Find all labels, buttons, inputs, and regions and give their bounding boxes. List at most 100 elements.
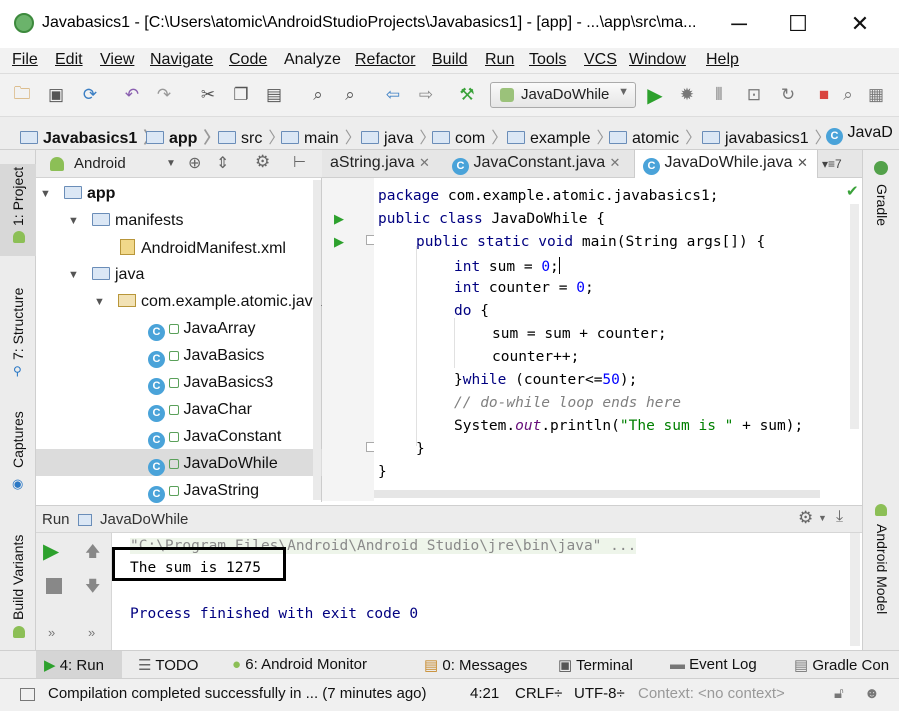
close-button[interactable]: ✕: [837, 8, 883, 40]
undo-icon[interactable]: ↶: [120, 83, 144, 107]
inspector-icon[interactable]: ☻: [864, 685, 880, 702]
breadcrumb-main[interactable]: main 〉: [281, 124, 361, 148]
scrollbar[interactable]: [313, 180, 321, 500]
tree-item-javabasics[interactable]: C JavaBasics: [148, 347, 264, 368]
minimize-button[interactable]: ─: [716, 8, 762, 40]
tab-overflow-button[interactable]: ▾≡7: [822, 150, 862, 178]
android-monitor-tool-button[interactable]: ● 6: Android Monitor: [232, 656, 367, 673]
menu-run[interactable]: Run: [485, 51, 514, 69]
back-icon[interactable]: ⇦: [381, 83, 405, 107]
gear-icon[interactable]: ⚙: [798, 508, 813, 528]
breadcrumb-example[interactable]: example 〉: [507, 124, 613, 148]
menu-build[interactable]: Build: [432, 51, 468, 69]
run-configuration-select[interactable]: JavaDoWhile ▼: [490, 82, 636, 108]
breadcrumb-javabasics1[interactable]: javabasics1 〉: [702, 124, 831, 148]
hide-panel-icon[interactable]: ⤓: [836, 508, 843, 526]
build-variants-tool-button[interactable]: Build Variants: [10, 535, 26, 620]
stop-icon[interactable]: ■: [812, 83, 836, 107]
down-arrow-icon[interactable]: 🡇: [85, 576, 100, 601]
console-scrollbar[interactable]: [850, 533, 860, 646]
tab-astring[interactable]: aString.java ✕: [322, 150, 442, 178]
tab-javadowhile[interactable]: C JavaDoWhile.java ✕: [634, 150, 818, 178]
paste-icon[interactable]: ▤: [262, 83, 286, 107]
breadcrumb-com[interactable]: com 〉: [432, 124, 507, 148]
editor-scrollbar[interactable]: [850, 204, 859, 429]
chevron-down-icon[interactable]: ▼: [166, 158, 176, 169]
replace-icon[interactable]: ⌕: [338, 83, 362, 107]
gear-icon[interactable]: ⚙: [255, 152, 270, 172]
menu-vcs[interactable]: VCS: [584, 51, 617, 69]
tree-item-package[interactable]: com.example.atomic.java: [118, 293, 322, 311]
file-encoding[interactable]: UTF-8÷: [574, 685, 625, 702]
copy-icon[interactable]: ❐: [229, 83, 253, 107]
lock-icon[interactable]: 🔓︎: [834, 685, 844, 702]
run-tool-button[interactable]: ▶ 4: Run: [44, 656, 104, 674]
android-model-tool-button[interactable]: Android Model: [874, 524, 890, 614]
apply-changes-icon[interactable]: ↻: [776, 83, 800, 107]
redo-icon[interactable]: ↷: [152, 83, 176, 107]
attach-debugger-icon[interactable]: ⊡: [742, 83, 766, 107]
expand-arrow-icon[interactable]: ▼: [68, 269, 79, 281]
run-main-icon[interactable]: ▶: [334, 234, 344, 250]
view-mode-select[interactable]: Android: [74, 155, 126, 172]
run-class-icon[interactable]: ▶: [334, 211, 344, 227]
tree-item-java[interactable]: java: [92, 266, 144, 284]
horizontal-scrollbar[interactable]: [374, 490, 820, 498]
tree-item-javaconstant[interactable]: C JavaConstant: [148, 428, 281, 449]
tree-item-app[interactable]: app: [64, 185, 115, 203]
avd-manager-icon[interactable]: ▦: [864, 83, 888, 107]
more-icon[interactable]: »: [48, 625, 55, 640]
collapse-all-icon[interactable]: ⇕: [216, 153, 229, 173]
tree-item-javachar[interactable]: C JavaChar: [148, 401, 252, 422]
forward-icon[interactable]: ⇨: [414, 83, 438, 107]
menu-code[interactable]: Code: [229, 51, 267, 69]
tree-item-javabasics3[interactable]: C JavaBasics3: [148, 374, 273, 395]
breadcrumb-project[interactable]: Javabasics1〉: [20, 124, 159, 148]
caret-position[interactable]: 4:21: [470, 685, 499, 702]
menu-file[interactable]: File: [12, 51, 38, 69]
sdk-manager-icon[interactable]: ⌕: [836, 83, 860, 107]
expand-arrow-icon[interactable]: ▼: [40, 188, 51, 200]
tree-item-javastring[interactable]: C JavaString: [148, 482, 259, 503]
expand-arrow-icon[interactable]: ▼: [68, 215, 79, 227]
tab-javaconstant[interactable]: C JavaConstant.java ✕: [444, 150, 632, 178]
cut-icon[interactable]: ✂: [196, 83, 220, 107]
captures-tool-button[interactable]: Captures: [10, 411, 26, 468]
more-icon[interactable]: »: [88, 625, 95, 640]
sync-icon[interactable]: ⟳: [78, 83, 102, 107]
toggle-tool-windows-icon[interactable]: [20, 688, 35, 701]
rerun-icon[interactable]: ▶: [43, 539, 59, 564]
maximize-button[interactable]: ☐: [775, 8, 821, 40]
structure-tool-button[interactable]: 7: Structure: [10, 288, 26, 360]
menu-tools[interactable]: Tools: [529, 51, 566, 69]
breadcrumb-atomic[interactable]: atomic 〉: [609, 124, 701, 148]
coverage-icon[interactable]: ⫴: [707, 83, 731, 107]
menu-help[interactable]: Help: [706, 51, 739, 69]
close-icon[interactable]: ✕: [797, 155, 808, 170]
chevron-down-icon[interactable]: ▼: [818, 513, 827, 523]
make-hammer-icon[interactable]: ⚒: [455, 83, 479, 107]
messages-tool-button[interactable]: ▤ 0: Messages: [424, 656, 527, 674]
save-icon[interactable]: ▣: [44, 83, 68, 107]
breadcrumb-src[interactable]: src 〉: [218, 124, 284, 148]
todo-tool-button[interactable]: ☰ TODO: [138, 656, 198, 674]
expand-arrow-icon[interactable]: ▼: [94, 296, 105, 308]
menu-view[interactable]: View: [100, 51, 134, 69]
tree-item-javaarray[interactable]: C JavaArray: [148, 320, 255, 341]
stop-icon[interactable]: [46, 578, 62, 594]
event-log-tool-button[interactable]: ▬ Event Log: [670, 656, 757, 673]
tree-item-manifests[interactable]: manifests: [92, 212, 183, 230]
menu-refactor[interactable]: Refactor: [355, 51, 415, 69]
up-arrow-icon[interactable]: 🡅: [85, 541, 100, 566]
line-separator[interactable]: CRLF÷: [515, 685, 562, 702]
status-message[interactable]: Compilation completed successfully in ..…: [48, 685, 427, 702]
hide-panel-icon[interactable]: ⊢: [293, 153, 306, 171]
gradle-tool-button[interactable]: Gradle: [874, 184, 890, 226]
menu-analyze[interactable]: Analyze: [284, 51, 341, 69]
code-editor[interactable]: package com.example.atomic.javabasics1; …: [374, 178, 862, 501]
terminal-tool-button[interactable]: ▣ Terminal: [558, 656, 633, 674]
menu-navigate[interactable]: Navigate: [150, 51, 213, 69]
tree-item-androidmanifest[interactable]: AndroidManifest.xml: [120, 239, 286, 258]
find-icon[interactable]: ⌕: [306, 83, 330, 107]
menu-window[interactable]: Window: [629, 51, 686, 69]
